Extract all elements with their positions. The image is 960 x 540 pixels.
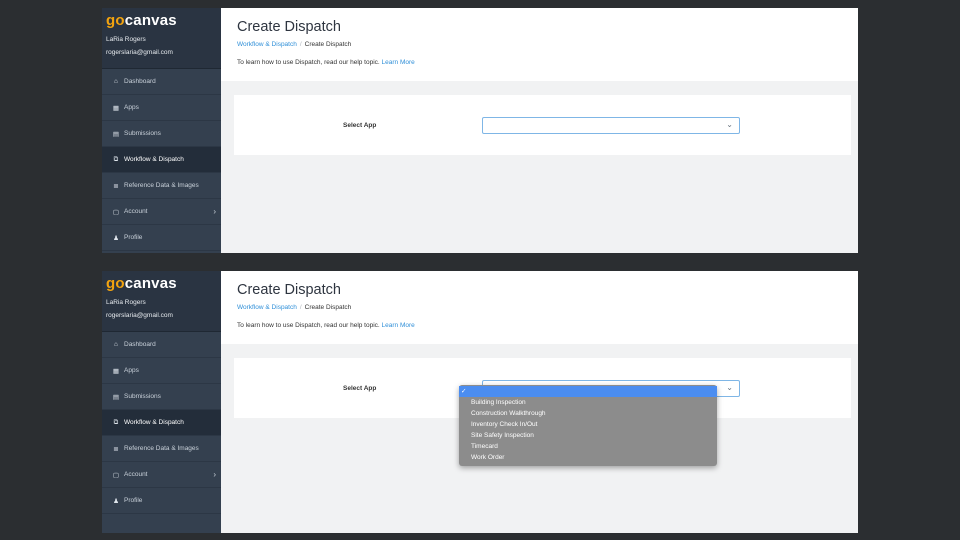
brand-block: gocanvas LaRia Rogers rogerslaria@gmail.…: [102, 271, 221, 332]
page-header: Create Dispatch Workflow & Dispatch / Crea…: [221, 271, 858, 344]
chevron-down-icon: ⌄: [726, 383, 733, 392]
option-timecard[interactable]: Timecard: [459, 441, 717, 452]
breadcrumb: Workflow & Dispatch / Create Dispatch: [237, 304, 352, 311]
user-name: LaRia Rogers: [106, 36, 146, 43]
checkmark-icon: ✓: [461, 388, 467, 395]
person-icon: ♟: [113, 234, 119, 242]
chevron-right-icon: ›: [213, 470, 216, 479]
main-content: Create Dispatch Workflow & Dispatch / Crea…: [221, 271, 858, 533]
sidebar-item-account[interactable]: ▢ Account ›: [102, 462, 221, 488]
select-app-label: Select App: [343, 385, 377, 392]
learn-more-link[interactable]: Learn More: [382, 59, 415, 66]
breadcrumb-link-workflow[interactable]: Workflow & Dispatch: [237, 41, 297, 48]
sidebar-item-reference-data[interactable]: ≣ Reference Data & Images: [102, 173, 221, 199]
sidebar-item-reference-data[interactable]: ≣ Reference Data & Images: [102, 436, 221, 462]
help-text: To learn how to use Dispatch, read our h…: [237, 322, 415, 329]
select-app-dropdown[interactable]: ⌄: [482, 117, 740, 134]
breadcrumb-current: Create Dispatch: [304, 304, 352, 311]
gocanvas-logo[interactable]: gocanvas: [106, 276, 221, 292]
document-icon: ▤: [112, 393, 120, 401]
gocanvas-logo[interactable]: gocanvas: [106, 13, 221, 29]
database-icon: ≣: [113, 445, 119, 453]
screenshot-open: gocanvas LaRia Rogers rogerslaria@gmail.…: [102, 271, 858, 533]
dispatch-icon: ⧉: [113, 418, 119, 426]
dispatch-icon: ⧉: [113, 155, 119, 163]
chevron-down-icon: ⌄: [726, 120, 733, 129]
screenshot-closed: gocanvas LaRia Rogers rogerslaria@gmail.…: [102, 8, 858, 253]
sidebar-item-apps[interactable]: ▦ Apps: [102, 95, 221, 121]
sidebar-item-dashboard[interactable]: ⌂ Dashboard: [102, 69, 221, 95]
user-name: LaRia Rogers: [106, 299, 146, 306]
sidebar-item-apps[interactable]: ▦ Apps: [102, 358, 221, 384]
database-icon: ≣: [113, 182, 119, 190]
sidebar-item-workflow-dispatch[interactable]: ⧉ Workflow & Dispatch: [102, 147, 221, 173]
grid-icon: ▦: [112, 104, 120, 112]
person-icon: ♟: [113, 497, 119, 505]
sidebar: gocanvas LaRia Rogers rogerslaria@gmail.…: [102, 8, 221, 253]
sidebar: gocanvas LaRia Rogers rogerslaria@gmail.…: [102, 271, 221, 533]
option-inventory-check[interactable]: Inventory Check In/Out: [459, 419, 717, 430]
breadcrumb-current: Create Dispatch: [304, 41, 352, 48]
option-construction-walkthrough[interactable]: Construction Walkthrough: [459, 408, 717, 419]
select-app-card: Select App ⌄: [234, 95, 851, 155]
option-empty[interactable]: ✓: [459, 386, 717, 397]
breadcrumb-link-workflow[interactable]: Workflow & Dispatch: [237, 304, 297, 311]
brand-block: gocanvas LaRia Rogers rogerslaria@gmail.…: [102, 8, 221, 69]
grid-icon: ▦: [112, 367, 120, 375]
select-app-label: Select App: [343, 122, 377, 129]
option-work-order[interactable]: Work Order: [459, 452, 717, 463]
sidebar-item-profile[interactable]: ♟ Profile: [102, 488, 221, 514]
document-icon: ▤: [112, 130, 120, 138]
breadcrumb: Workflow & Dispatch / Create Dispatch: [237, 41, 352, 48]
sidebar-item-workflow-dispatch[interactable]: ⧉ Workflow & Dispatch: [102, 410, 221, 436]
learn-more-link[interactable]: Learn More: [382, 322, 415, 329]
page-header: Create Dispatch Workflow & Dispatch / Crea…: [221, 8, 858, 81]
sidebar-item-profile[interactable]: ♟ Profile: [102, 225, 221, 251]
main-content: Create Dispatch Workflow & Dispatch / Crea…: [221, 8, 858, 253]
user-email: rogerslaria@gmail.com: [106, 312, 173, 319]
sidebar-item-account[interactable]: ▢ Account ›: [102, 199, 221, 225]
page-title: Create Dispatch: [237, 282, 341, 298]
home-icon: ⌂: [114, 78, 118, 85]
option-building-inspection[interactable]: Building Inspection: [459, 397, 717, 408]
account-icon: ▢: [112, 471, 120, 479]
user-email: rogerslaria@gmail.com: [106, 49, 173, 56]
select-app-options-menu: ✓ Building Inspection Construction Walkt…: [459, 385, 717, 466]
sidebar-item-dashboard[interactable]: ⌂ Dashboard: [102, 332, 221, 358]
sidebar-item-submissions[interactable]: ▤ Submissions: [102, 384, 221, 410]
account-icon: ▢: [112, 208, 120, 216]
help-text: To learn how to use Dispatch, read our h…: [237, 59, 415, 66]
home-icon: ⌂: [114, 341, 118, 348]
sidebar-item-submissions[interactable]: ▤ Submissions: [102, 121, 221, 147]
chevron-right-icon: ›: [213, 207, 216, 216]
page-title: Create Dispatch: [237, 19, 341, 35]
option-site-safety-inspection[interactable]: Site Safety Inspection: [459, 430, 717, 441]
